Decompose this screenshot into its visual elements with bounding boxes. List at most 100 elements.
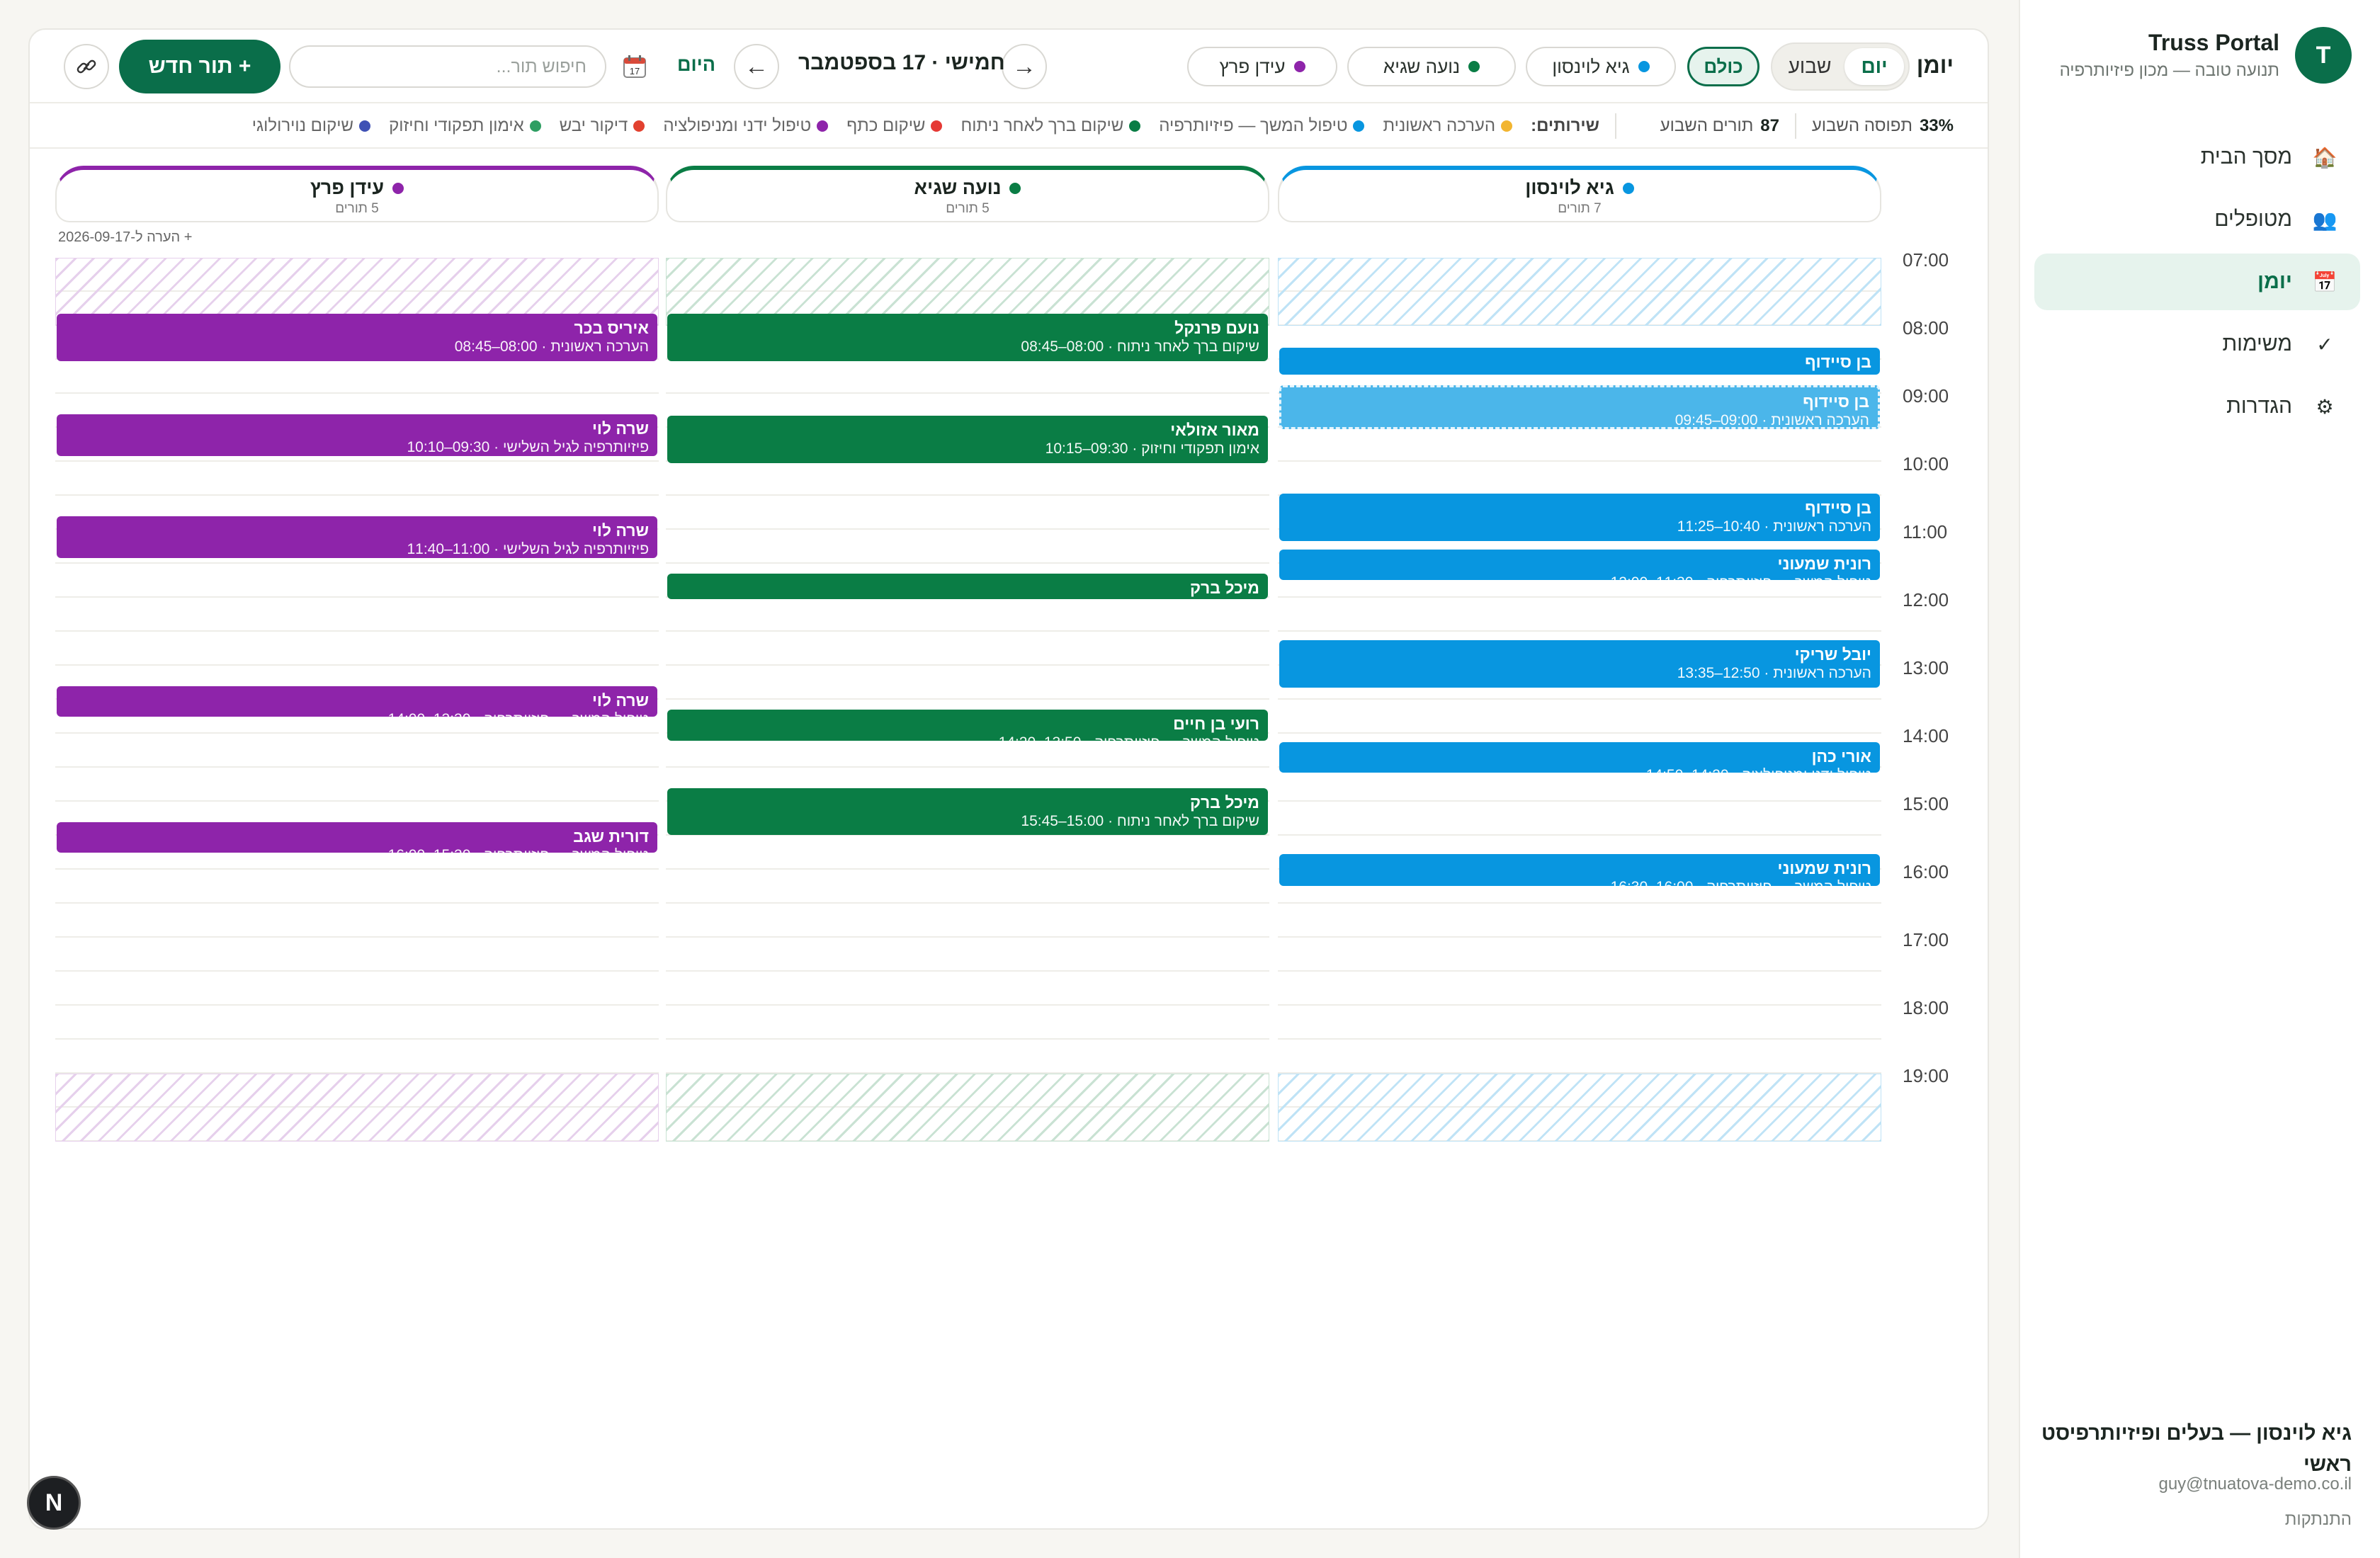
prev-day-button[interactable]: → (1002, 44, 1047, 89)
time-slot[interactable] (1278, 802, 1881, 836)
sidebar-item-home[interactable]: 🏠 מסך הבית (2034, 129, 2360, 186)
view-week-button[interactable]: שבוע (1776, 48, 1843, 85)
time-slot[interactable] (55, 462, 659, 496)
search-input[interactable] (289, 45, 606, 88)
time-slot[interactable] (666, 972, 1269, 1006)
time-slot[interactable] (666, 904, 1269, 938)
appointment-detail: אימון תפקודי וחיזוק · 09:30–10:15 (1045, 440, 1259, 457)
time-slot[interactable] (1278, 1040, 1881, 1074)
time-slot[interactable] (1278, 904, 1881, 938)
time-slot[interactable] (55, 972, 659, 1006)
next-day-button[interactable]: ← (734, 44, 779, 89)
appointment-detail: טיפול המשך — פיזיותרפיה · 13:30–14:00 (65, 710, 649, 717)
therapist-filter-chip[interactable]: גיא לוינסון (1526, 47, 1676, 86)
appointment-block[interactable]: יובל שריקי הערכה ראשונית · 12:50–13:35 (1279, 639, 1880, 688)
hour-label: 08:00 (1903, 317, 1949, 339)
link-icon (76, 59, 96, 74)
color-dot-icon (359, 120, 371, 132)
time-slot[interactable] (1278, 700, 1881, 734)
time-slot[interactable] (55, 1040, 659, 1074)
appointment-block[interactable]: בן סיידוף הערכה ראשונית · 10:40–11:25 (1279, 494, 1880, 542)
appointment-block[interactable]: דורית שגבטיפול המשך — פיזיותרפיה · 15:30… (57, 821, 657, 853)
time-slot[interactable] (666, 1006, 1269, 1040)
time-slot[interactable] (1278, 598, 1881, 632)
time-slot[interactable] (55, 938, 659, 972)
occupancy-value: 33% (1919, 116, 1954, 135)
time-slot[interactable] (1278, 462, 1881, 496)
today-button[interactable]: היום (677, 54, 715, 76)
time-slot[interactable] (666, 530, 1269, 564)
time-slot[interactable] (55, 870, 659, 904)
color-dot-icon (1638, 61, 1650, 72)
appointment-block[interactable]: נועם פרנקל שיקום ברך לאחר ניתוח · 08:00–0… (667, 313, 1268, 361)
new-appointment-button[interactable]: + תור חדש (119, 40, 280, 93)
time-slot[interactable] (666, 836, 1269, 870)
time-slot[interactable] (666, 1040, 1269, 1074)
therapist-column-header: עידן פרץ 5 תורים (55, 166, 659, 222)
sidebar-item-patients[interactable]: 👥 מטופלים (2034, 191, 2360, 248)
patient-name: רונית שמעוני (1777, 554, 1872, 573)
time-slot[interactable] (1278, 938, 1881, 972)
appointment-block[interactable]: רונית שמעוניטיפול המשך — פיזיותרפיה · 16… (1279, 854, 1880, 887)
time-slot[interactable] (666, 666, 1269, 700)
filter-all-chip[interactable]: כולם (1687, 47, 1760, 86)
time-slot[interactable] (55, 1006, 659, 1040)
appointment-block[interactable]: איריס בכר הערכה ראשונית · 08:00–08:45 (57, 313, 657, 361)
chip-label: נועה שגיא (1383, 55, 1461, 77)
appointment-block[interactable]: רונית שמעוניטיפול המשך — פיזיותרפיה · 11… (1279, 549, 1880, 581)
appointment-block[interactable]: שרה לוי פיזיותרפיה לגיל השלישי · 09:30–10… (57, 414, 657, 457)
time-slot[interactable] (666, 632, 1269, 666)
appointment-block[interactable]: שרה לוי פיזיותרפיה לגיל השלישי · 11:00–11… (57, 516, 657, 559)
logout-link[interactable]: התנתקות (2285, 1510, 2352, 1530)
week-appointments-stat: 87 תורים השבוע (1660, 113, 1779, 139)
appointment-block[interactable]: בן סיידוף הערכה ראשונית · 09:00–09:45 (1279, 385, 1880, 429)
appointment-detail: הערכה ראשונית · 10:40–11:25 (1677, 518, 1871, 535)
time-slot[interactable] (55, 904, 659, 938)
appointment-detail: טיפול המשך — פיזיותרפיה · 15:30–16:00 (65, 846, 649, 853)
time-slot[interactable] (666, 598, 1269, 632)
time-slot[interactable] (55, 632, 659, 666)
hour-label: 16:00 (1903, 861, 1949, 882)
time-slot[interactable] (55, 360, 659, 394)
time-slot[interactable] (1278, 1006, 1881, 1040)
sidebar-item-gear[interactable]: ⚙ הגדרות (2034, 378, 2360, 435)
time-slot[interactable] (55, 768, 659, 802)
time-slot[interactable] (55, 564, 659, 598)
time-slot[interactable] (1278, 972, 1881, 1006)
calendar-icon: 📅 (2312, 271, 2338, 293)
color-dot-icon (1353, 120, 1365, 132)
appointment-block[interactable]: מיכל ברק שיקום ברך לאחר ניתוח · 15:00–15:… (667, 787, 1268, 836)
therapist-filter-chip[interactable]: עידן פרץ (1187, 47, 1337, 86)
svg-text:17: 17 (630, 66, 640, 76)
time-slot[interactable] (55, 598, 659, 632)
time-slot[interactable] (666, 870, 1269, 904)
time-slot[interactable] (1278, 428, 1881, 462)
service-legend-item: שיקום נוירולוגי (252, 116, 371, 136)
therapist-name: גיא לוינסון (1525, 177, 1614, 198)
current-user-email: guy@tnuatova-demo.co.il (2158, 1474, 2352, 1494)
appointment-block[interactable]: בן סיידוף (1279, 347, 1880, 375)
time-slot[interactable] (666, 938, 1269, 972)
time-slot[interactable] (1278, 768, 1881, 802)
check-icon: ✓ (2316, 333, 2333, 356)
hour-label: 12:00 (1903, 589, 1949, 610)
date-picker-button[interactable]: 17 (615, 47, 654, 86)
appointment-block[interactable]: מיכל ברק (667, 573, 1268, 599)
share-link-button[interactable] (64, 44, 109, 89)
time-slot[interactable] (666, 360, 1269, 394)
appointment-block[interactable]: מאור אזולאי אימון תפקודי וחיזוק · 09:30–1… (667, 415, 1268, 463)
time-slot[interactable] (55, 734, 659, 768)
patient-name: מאור אזולאי (1170, 420, 1259, 439)
dev-badge[interactable]: N (27, 1476, 81, 1530)
sidebar-item-check[interactable]: ✓ משימות (2034, 316, 2360, 373)
appointment-block[interactable]: שרה לויטיפול המשך — פיזיותרפיה · 13:30–1… (57, 686, 657, 717)
sidebar-item-calendar[interactable]: 📅 יומן (2034, 254, 2360, 310)
add-note-link[interactable]: + הערה ל-2026-09-17 (58, 229, 192, 246)
appointment-block[interactable]: אורי כהןטיפול ידני ומניפולציה · 14:20–14… (1279, 741, 1880, 773)
time-slot[interactable] (666, 496, 1269, 530)
appointment-block[interactable]: רועי בן חייםטיפול המשך — פיזיותרפיה · 13… (667, 709, 1268, 741)
appointment-count: 7 תורים (1558, 201, 1602, 216)
time-slot[interactable] (666, 462, 1269, 496)
therapist-filter-chip[interactable]: נועה שגיא (1347, 47, 1516, 86)
view-day-button[interactable]: יום (1844, 48, 1904, 85)
